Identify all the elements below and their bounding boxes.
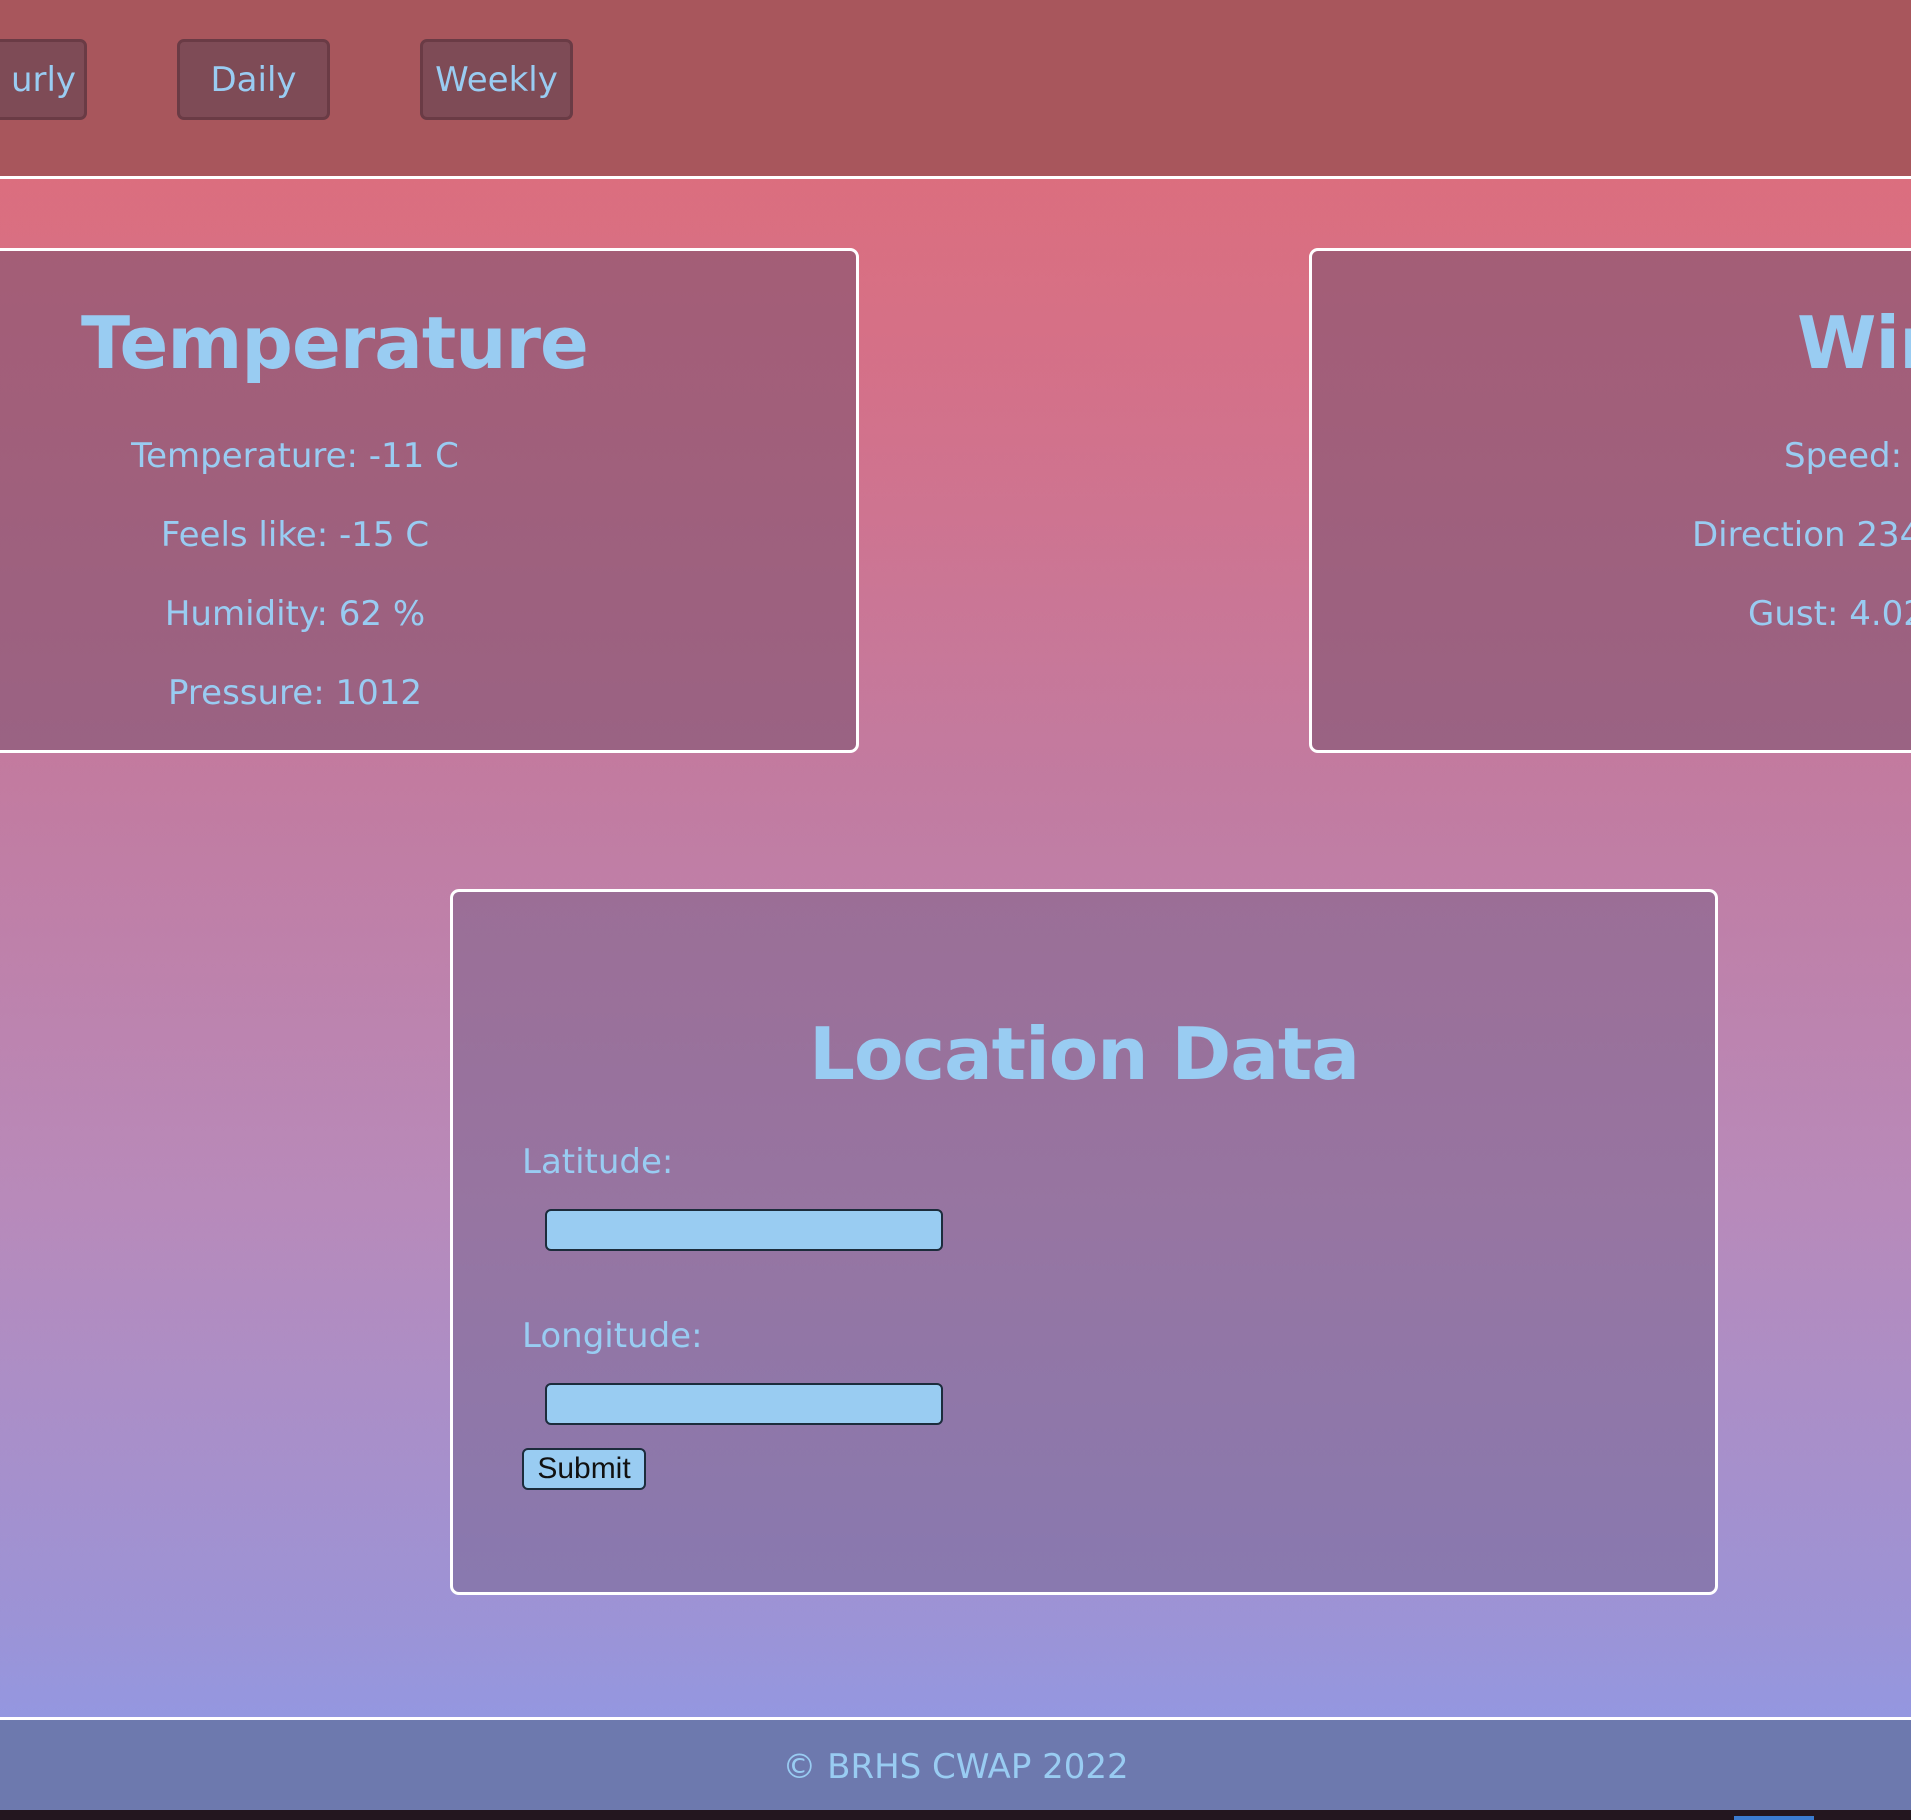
wind-direction-value: Direction 234 (1692, 515, 1911, 555)
top-nav-bar: urly Daily Weekly (0, 0, 1911, 179)
latitude-label: Latitude: (522, 1142, 674, 1182)
temperature-card-title: Temperature (81, 301, 589, 385)
temperature-card: Temperature Temperature: -11 C Feels lik… (0, 248, 859, 753)
wind-card: Win Speed: 1 Direction 234 Gust: 4.02 (1309, 248, 1911, 753)
wind-speed-value: Speed: 1 (1784, 436, 1911, 476)
weekly-button-label: Weekly (435, 59, 558, 100)
temperature-value: Temperature: -11 C (131, 436, 459, 476)
bottom-strip (0, 1810, 1911, 1820)
humidity-value: Humidity: 62 % (164, 594, 426, 634)
longitude-input[interactable] (545, 1383, 943, 1425)
location-data-card: Location Data Latitude: Longitude: Submi… (450, 889, 1718, 1595)
pressure-value: Pressure: 1012 (168, 673, 422, 713)
daily-button[interactable]: Daily (177, 39, 330, 120)
longitude-label: Longitude: (522, 1316, 703, 1356)
hourly-button-label: urly (10, 59, 77, 100)
submit-button[interactable]: Submit (522, 1448, 646, 1490)
weekly-button[interactable]: Weekly (420, 39, 573, 120)
latitude-input[interactable] (545, 1209, 943, 1251)
feels-like-value: Feels like: -15 C (160, 515, 430, 555)
taskbar-indicator (1734, 1816, 1814, 1820)
wind-card-title: Win (1797, 301, 1911, 385)
hourly-button[interactable]: urly (0, 39, 87, 120)
location-data-title: Location Data (809, 1012, 1360, 1096)
footer-copyright: © BRHS CWAP 2022 (782, 1746, 1129, 1787)
wind-gust-value: Gust: 4.02 (1748, 594, 1911, 634)
daily-button-label: Daily (210, 59, 297, 100)
footer: © BRHS CWAP 2022 (0, 1717, 1911, 1813)
